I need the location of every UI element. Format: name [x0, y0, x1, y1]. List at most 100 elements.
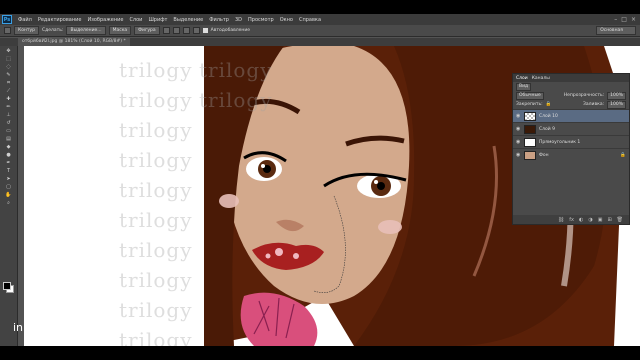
eye-icon[interactable]: ◉	[516, 152, 521, 158]
document-tab[interactable]: отбрй6вИ2l.jpg @ 181% (Слой 10, RGB/8#) …	[18, 38, 130, 46]
menu-view[interactable]: Просмотр	[245, 17, 277, 23]
shape-tool-icon[interactable]: ▢	[4, 184, 14, 190]
watermark-row: trilogy	[199, 58, 273, 82]
make-shape-button[interactable]: Фигура	[134, 26, 160, 35]
layer-name: Прямоугольник 1	[539, 139, 581, 145]
menu-select[interactable]: Выделение	[170, 17, 206, 23]
menu-edit[interactable]: Редактирование	[35, 17, 85, 23]
make-label: Сделать:	[42, 28, 64, 33]
layer-row[interactable]: ◉ Слой 10	[513, 109, 629, 122]
layer-name: Слой 10	[539, 113, 558, 119]
opacity-label: Непрозрачность:	[563, 93, 605, 98]
layer-thumbnail	[524, 111, 536, 121]
close-icon[interactable]: ×	[631, 16, 636, 23]
fill-input[interactable]: 100%	[607, 100, 626, 109]
eyedropper-tool-icon[interactable]: ⟋	[4, 88, 14, 94]
mask-icon[interactable]: ◐	[579, 217, 583, 223]
dodge-tool-icon[interactable]: ●	[4, 152, 14, 158]
watermark-row: trilogy	[119, 58, 193, 82]
menu-filter[interactable]: Фильтр	[206, 17, 232, 23]
watermark-row: trilogy	[119, 328, 193, 346]
lock-row: Закрепить: 🔒 Заливка: 100%	[513, 100, 629, 109]
path-ops-icon[interactable]	[162, 27, 170, 34]
layers-panel: Слои Каналы Вид Обычные Непрозрачность: …	[512, 73, 630, 225]
menu-image[interactable]: Изображение	[84, 17, 126, 23]
make-mask-button[interactable]: Маска	[108, 26, 132, 35]
tab-channels[interactable]: Каналы	[532, 76, 550, 81]
type-tool-icon[interactable]: T	[4, 168, 14, 174]
watermark-row: trilogy	[119, 298, 193, 322]
lasso-tool-icon[interactable]: ◌	[4, 64, 14, 70]
eraser-tool-icon[interactable]: ▭	[4, 128, 14, 134]
zoom-tool-icon[interactable]: ⌕	[4, 200, 14, 206]
layer-name: Фон	[539, 152, 549, 158]
menu-bar: Ps Файл Редактирование Изображение Слои …	[0, 14, 640, 25]
fx-icon[interactable]: fx	[569, 217, 574, 223]
watermark-row: trilogy	[119, 268, 193, 292]
document-tab-bar: отбрй6вИ2l.jpg @ 181% (Слой 10, RGB/8#) …	[0, 38, 640, 46]
eye-icon[interactable]: ◉	[516, 126, 521, 132]
path-align-icon[interactable]	[172, 27, 180, 34]
layer-row[interactable]: ◉ Прямоугольник 1	[513, 135, 629, 148]
eye-icon[interactable]: ◉	[516, 139, 521, 145]
layers-panel-footer: ⛓ fx ◐ ◑ ▣ ⊞ 🗑	[513, 215, 629, 224]
menu-help[interactable]: Справка	[296, 17, 324, 23]
brush-tool-icon[interactable]: ✏	[4, 104, 14, 110]
foreground-color-swatch[interactable]	[3, 282, 11, 290]
bottom-letterbox	[0, 346, 640, 360]
tab-layers[interactable]: Слои	[516, 76, 528, 81]
watermark-row: trilogy	[199, 88, 273, 112]
pen-tool-icon[interactable]	[4, 27, 11, 34]
watermark-row: trilogy	[119, 88, 193, 112]
layer-kind-filter[interactable]: Вид	[516, 82, 532, 91]
gradient-tool-icon[interactable]: ▤	[4, 136, 14, 142]
tools-panel: ✥ ⬚ ◌ ✎ ⌗ ⟋ ✚ ✏ ⊥ ↺ ▭ ▤ ◆ ● ✒ T ➤ ▢ ✋ ⌕	[0, 46, 18, 346]
adjustment-icon[interactable]: ◑	[588, 217, 592, 223]
layer-name: Слой 9	[539, 126, 555, 132]
menu-file[interactable]: Файл	[15, 17, 35, 23]
blend-mode-select[interactable]: Обычные	[516, 91, 544, 100]
path-arrange-icon[interactable]	[182, 27, 190, 34]
fill-label: Заливка:	[583, 102, 605, 107]
quick-select-tool-icon[interactable]: ✎	[4, 72, 14, 78]
history-brush-icon[interactable]: ↺	[4, 120, 14, 126]
autoadd-checkbox[interactable]	[202, 28, 208, 33]
watermark-row: trilogy	[119, 178, 193, 202]
workspace-select[interactable]: Основная	[596, 26, 636, 35]
background-lock-icon: 🔒	[620, 152, 626, 158]
blur-tool-icon[interactable]: ◆	[4, 144, 14, 150]
layer-row[interactable]: ◉ Фон 🔒	[513, 148, 629, 161]
watermark-row: trilogy	[119, 148, 193, 172]
pen-tool-icon-side[interactable]: ✒	[4, 160, 14, 166]
move-tool-icon[interactable]: ✥	[4, 48, 14, 54]
marquee-tool-icon[interactable]: ⬚	[4, 56, 14, 62]
watermark-row: trilogy	[119, 208, 193, 232]
make-selection-button[interactable]: Выделение...	[66, 26, 106, 35]
photoshop-window: Ps Файл Редактирование Изображение Слои …	[0, 14, 640, 346]
video-caption: in	[13, 321, 24, 334]
tool-mode-select[interactable]: Контур	[14, 26, 40, 35]
menu-3d[interactable]: 3D	[232, 17, 245, 23]
new-layer-icon[interactable]: ⊞	[607, 217, 611, 223]
lock-icon[interactable]: 🔒	[546, 102, 552, 107]
path-select-tool-icon[interactable]: ➤	[4, 176, 14, 182]
watermark-row: trilogy	[119, 238, 193, 262]
healing-tool-icon[interactable]: ✚	[4, 96, 14, 102]
link-layers-icon[interactable]: ⛓	[558, 217, 564, 223]
layer-thumbnail	[524, 137, 536, 147]
layer-row[interactable]: ◉ Слой 9	[513, 122, 629, 135]
folder-icon[interactable]: ▣	[598, 217, 603, 223]
maximize-icon[interactable]: □	[621, 16, 627, 23]
stamp-tool-icon[interactable]: ⊥	[4, 112, 14, 118]
opacity-input[interactable]: 100%	[607, 91, 626, 100]
crop-tool-icon[interactable]: ⌗	[4, 80, 14, 86]
menu-window[interactable]: Окно	[277, 17, 296, 23]
minimize-icon[interactable]: –	[614, 16, 617, 23]
menu-layers[interactable]: Слои	[126, 17, 145, 23]
watermark-row: trilogy	[119, 118, 193, 142]
settings-gear-icon[interactable]	[192, 27, 200, 34]
hand-tool-icon[interactable]: ✋	[4, 192, 14, 198]
menu-type[interactable]: Шрифт	[145, 17, 170, 23]
trash-icon[interactable]: 🗑	[617, 217, 623, 223]
eye-icon[interactable]: ◉	[516, 113, 521, 119]
